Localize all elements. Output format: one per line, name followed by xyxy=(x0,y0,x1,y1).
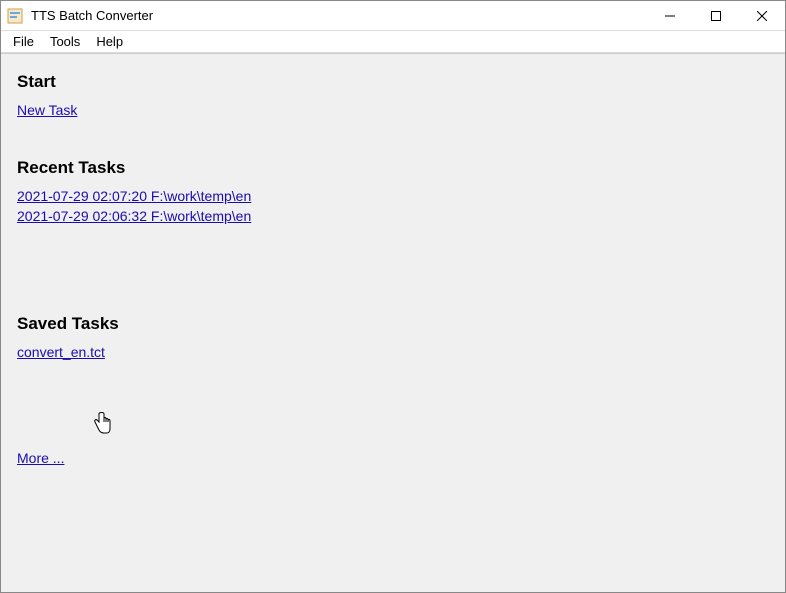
minimize-button[interactable] xyxy=(647,1,693,31)
recent-task-link[interactable]: 2021-07-29 02:07:20 F:\work\temp\en xyxy=(17,188,251,204)
more-link[interactable]: More ... xyxy=(17,450,64,466)
maximize-button[interactable] xyxy=(693,1,739,31)
window-title: TTS Batch Converter xyxy=(31,8,153,23)
saved-task-link[interactable]: convert_en.tct xyxy=(17,344,105,360)
title-bar: TTS Batch Converter xyxy=(1,1,785,31)
saved-heading: Saved Tasks xyxy=(17,314,769,334)
recent-tasks-section: Recent Tasks 2021-07-29 02:07:20 F:\work… xyxy=(17,158,769,224)
saved-tasks-section: Saved Tasks convert_en.tct xyxy=(17,314,769,360)
close-button[interactable] xyxy=(739,1,785,31)
more-section: More ... xyxy=(17,450,769,466)
menu-bar: File Tools Help xyxy=(1,31,785,53)
start-heading: Start xyxy=(17,72,769,92)
new-task-link[interactable]: New Task xyxy=(17,102,77,118)
recent-heading: Recent Tasks xyxy=(17,158,769,178)
window-controls xyxy=(647,1,785,31)
menu-tools[interactable]: Tools xyxy=(42,32,88,51)
recent-task-link[interactable]: 2021-07-29 02:06:32 F:\work\temp\en xyxy=(17,208,251,224)
start-section: Start New Task xyxy=(17,72,769,118)
menu-file[interactable]: File xyxy=(5,32,42,51)
app-window: TTS Batch Converter File Tools Help Star… xyxy=(1,1,785,592)
app-icon xyxy=(7,8,23,24)
content-area: Start New Task Recent Tasks 2021-07-29 0… xyxy=(1,53,785,592)
cursor-hand-icon xyxy=(93,412,111,437)
menu-help[interactable]: Help xyxy=(88,32,131,51)
